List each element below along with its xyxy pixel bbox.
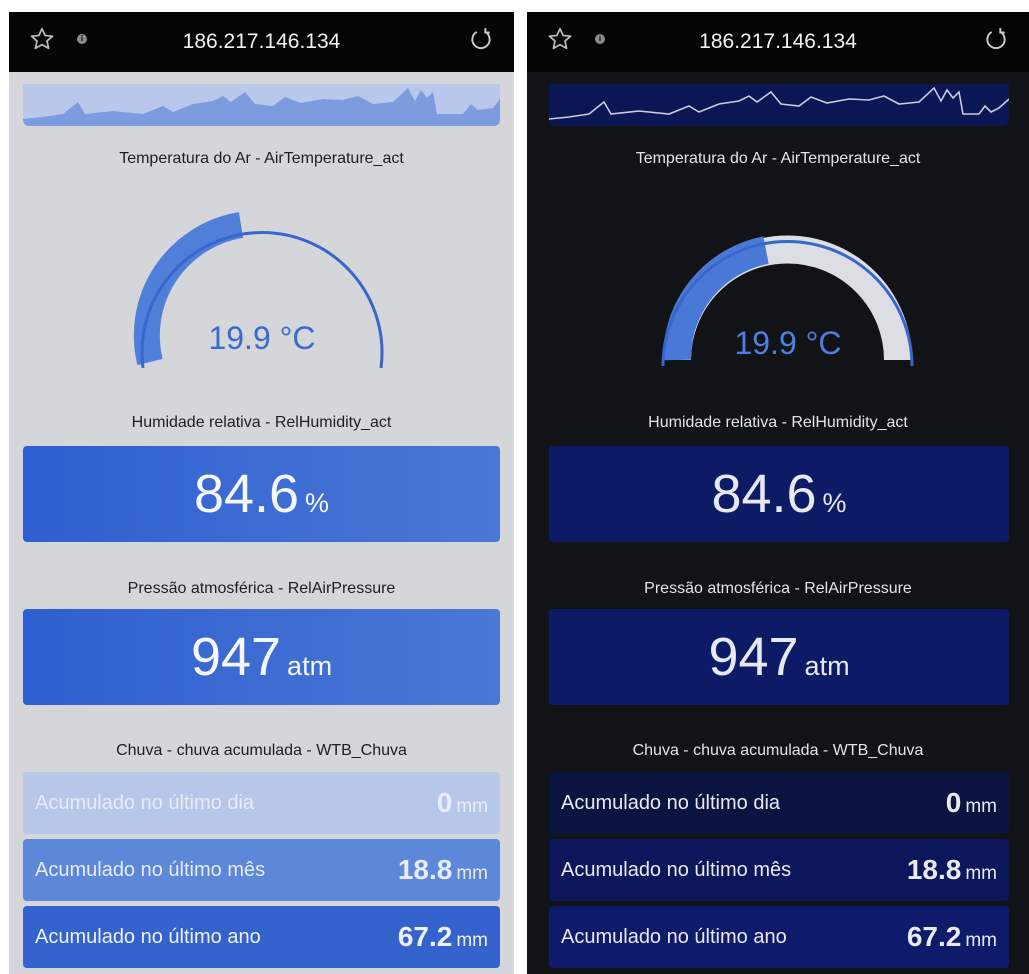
history-sparkline: [549, 84, 1009, 126]
browser-top-bar: i 186.217.146.134: [527, 12, 1029, 72]
temperature-title: Temperatura do Ar - AirTemperature_act: [635, 150, 921, 167]
browser-top-bar: i 186.217.146.134: [9, 12, 514, 72]
rain-value: 0: [436, 787, 453, 818]
pressure-value: 947: [190, 627, 282, 687]
humidity-value: 84.6: [193, 464, 300, 524]
rain-value: 67.2: [906, 921, 962, 952]
rain-row-year: Acumulado no último ano 67.2 mm: [549, 906, 1009, 968]
light-theme-panel: i 186.217.146.134 Temperatura do Ar - Ai…: [9, 12, 514, 974]
address-bar[interactable]: 186.217.146.134: [9, 30, 514, 54]
humidity-title: Humidade relativa - RelHumidity_act: [131, 414, 392, 431]
rain-title: Chuva - chuva acumulada - WTB_Chuva: [116, 742, 407, 759]
pressure-unit: atm: [287, 651, 333, 681]
rain-label: Acumulado no último mês: [561, 859, 792, 881]
rain-value: 67.2: [397, 921, 453, 952]
rain-row-month: Acumulado no último mês 18.8 mm: [549, 839, 1009, 901]
humidity-unit: %: [822, 488, 847, 518]
pressure-title: Pressão atmosférica - RelAirPressure: [644, 580, 912, 597]
humidity-title: Humidade relativa - RelHumidity_act: [648, 414, 908, 431]
rain-value: 0: [945, 787, 962, 818]
rain-row-month: Acumulado no último mês 18.8 mm: [23, 839, 500, 901]
temperature-gauge: 19.9 °C: [133, 212, 384, 369]
rain-unit: mm: [965, 930, 997, 951]
rain-row-day: Acumulado no último dia 0 mm: [549, 772, 1009, 834]
rain-unit: mm: [965, 863, 997, 884]
humidity-panel: 84.6%: [549, 446, 1009, 542]
dark-theme-panel: i 186.217.146.134 Temperatura do Ar - Ai…: [527, 12, 1029, 974]
rain-value: 18.8: [906, 854, 962, 885]
pressure-panel: 947 atm: [549, 609, 1009, 705]
rain-label: Acumulado no último ano: [561, 926, 787, 948]
pressure-unit: atm: [804, 651, 850, 681]
humidity-value: 84.6: [711, 464, 817, 524]
reload-icon[interactable]: [468, 26, 494, 52]
pressure-panel: 947 atm: [23, 609, 500, 705]
humidity-panel: 84.6%: [23, 446, 500, 542]
pressure-value: 947: [708, 627, 799, 687]
pressure-title: Pressão atmosférica - RelAirPressure: [127, 580, 396, 597]
rain-unit: mm: [456, 930, 488, 951]
rain-label: Acumulado no último dia: [35, 792, 255, 814]
rain-row-day: Acumulado no último dia 0 mm: [23, 772, 500, 834]
rain-row-year: Acumulado no último ano 67.2 mm: [23, 906, 500, 968]
rain-label: Acumulado no último ano: [35, 926, 261, 948]
humidity-unit: %: [305, 488, 330, 518]
rain-value: 18.8: [397, 854, 453, 885]
rain-unit: mm: [456, 863, 488, 884]
rain-title: Chuva - chuva acumulada - WTB_Chuva: [632, 742, 924, 759]
history-sparkline: [23, 84, 500, 126]
temperature-title: Temperatura do Ar - AirTemperature_act: [119, 150, 404, 167]
rain-label: Acumulado no último dia: [561, 792, 781, 814]
temperature-value: 19.9 °C: [734, 325, 841, 361]
rain-unit: mm: [456, 796, 488, 817]
reload-icon[interactable]: [983, 26, 1009, 52]
rain-label: Acumulado no último mês: [35, 859, 266, 881]
temperature-gauge: 19.9 °C: [661, 235, 914, 367]
rain-unit: mm: [965, 796, 997, 817]
address-bar[interactable]: 186.217.146.134: [527, 30, 1029, 54]
temperature-value: 19.9 °C: [208, 320, 315, 356]
